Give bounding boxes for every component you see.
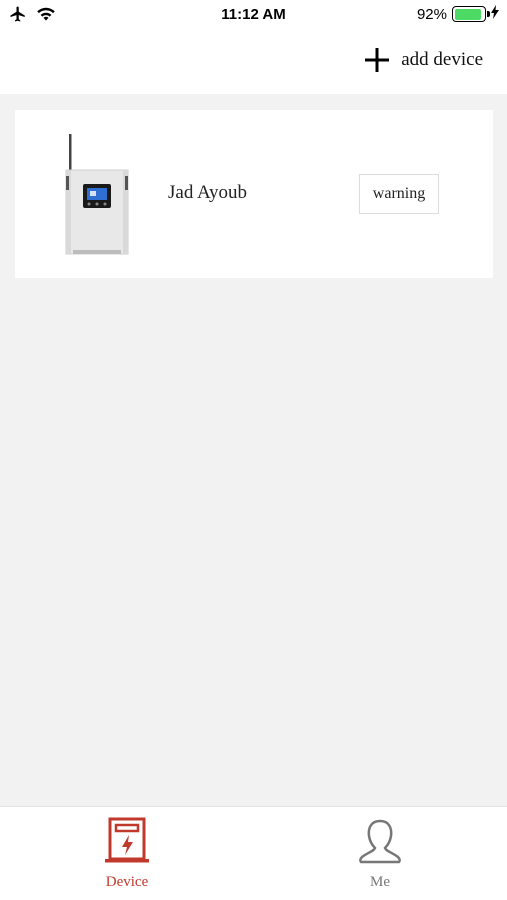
device-icon [104, 817, 150, 870]
battery-icon [452, 6, 490, 22]
nav-bar: add device [0, 32, 507, 94]
device-card[interactable]: Jad Ayoub warning [15, 110, 493, 278]
tab-me-label: Me [370, 874, 390, 890]
person-icon [357, 817, 403, 870]
tab-device-label: Device [105, 874, 149, 890]
status-bar: 11:12 AM 92% [0, 0, 507, 32]
charging-icon [491, 5, 499, 23]
status-right: 92% [417, 5, 499, 23]
tab-me[interactable]: Me [330, 817, 430, 891]
add-device-button[interactable]: add device [363, 46, 483, 74]
inverter-image [63, 132, 135, 256]
warning-status-button[interactable]: warning [359, 174, 439, 214]
device-name: Jad Ayoub [168, 182, 248, 203]
battery-level [454, 8, 482, 20]
add-device-label: add device [401, 49, 483, 70]
plus-icon [363, 46, 391, 74]
battery-percent: 92% [416, 5, 447, 23]
tab-bar: Device Me [0, 806, 507, 900]
tab-device[interactable]: Device [77, 817, 177, 891]
